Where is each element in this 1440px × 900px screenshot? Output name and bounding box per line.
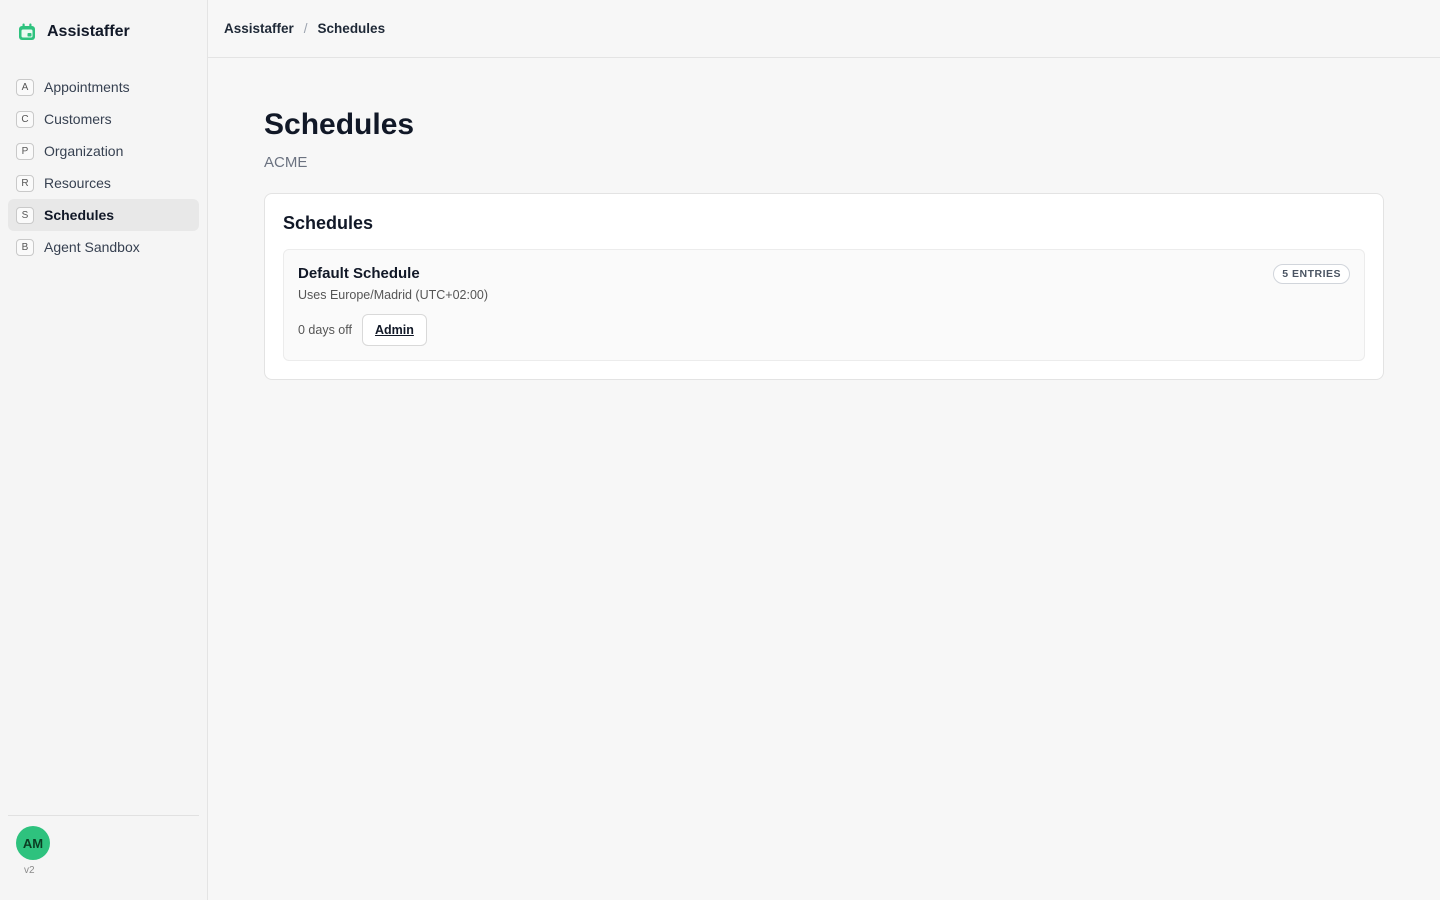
sidebar-nav: A Appointments C Customers P Organizatio… bbox=[0, 71, 207, 263]
shortcut-key-icon: S bbox=[16, 206, 34, 224]
sidebar-item-label: Customers bbox=[44, 111, 112, 127]
breadcrumb-current: Schedules bbox=[317, 21, 386, 36]
schedule-name: Default Schedule bbox=[298, 265, 420, 282]
schedule-timezone: Uses Europe/Madrid (UTC+02:00) bbox=[298, 288, 489, 302]
app-root: Assistaffer A Appointments C Customers P… bbox=[0, 0, 1440, 900]
main-area: Assistaffer / Schedules Schedules ACME S… bbox=[208, 0, 1440, 900]
user-avatar[interactable]: AM bbox=[16, 826, 50, 860]
sidebar-item-agent-sandbox[interactable]: B Agent Sandbox bbox=[8, 231, 199, 263]
days-off-label: 0 days off bbox=[298, 323, 352, 337]
page-title: Schedules bbox=[264, 108, 415, 141]
breadcrumb: Assistaffer / Schedules bbox=[208, 0, 1440, 58]
sidebar-item-label: Organization bbox=[44, 143, 124, 159]
shortcut-key-icon: A bbox=[16, 78, 34, 96]
page-subtitle: ACME bbox=[264, 154, 308, 171]
sidebar-item-label: Agent Sandbox bbox=[44, 239, 140, 255]
sidebar-item-customers[interactable]: C Customers bbox=[8, 103, 199, 135]
calendar-logo-icon bbox=[19, 23, 35, 40]
sidebar-item-organization[interactable]: P Organization bbox=[8, 135, 199, 167]
brand-name: Assistaffer bbox=[47, 23, 130, 40]
shortcut-key-icon: C bbox=[16, 110, 34, 128]
shortcut-key-icon: R bbox=[16, 174, 34, 192]
brand[interactable]: Assistaffer bbox=[0, 0, 207, 64]
schedule-actions: 0 days off Admin bbox=[298, 314, 1350, 346]
sidebar-item-label: Resources bbox=[44, 175, 111, 191]
breadcrumb-root[interactable]: Assistaffer bbox=[224, 21, 294, 36]
sidebar: Assistaffer A Appointments C Customers P… bbox=[0, 0, 208, 900]
schedules-card: Schedules Default Schedule Uses Europe/M… bbox=[264, 193, 1384, 380]
sidebar-item-resources[interactable]: R Resources bbox=[8, 167, 199, 199]
card-title: Schedules bbox=[283, 213, 374, 233]
sidebar-item-label: Schedules bbox=[44, 207, 115, 223]
page-content: Schedules ACME Schedules Default Schedul… bbox=[208, 58, 1440, 428]
sidebar-item-appointments[interactable]: A Appointments bbox=[8, 71, 199, 103]
sidebar-item-schedules[interactable]: S Schedules bbox=[8, 199, 199, 231]
schedule-item: Default Schedule Uses Europe/Madrid (UTC… bbox=[283, 249, 1365, 361]
entries-badge: 5 ENTRIES bbox=[1273, 264, 1350, 284]
sidebar-footer: AM v2 bbox=[8, 815, 199, 876]
version-label: v2 bbox=[24, 865, 35, 876]
shortcut-key-icon: B bbox=[16, 238, 34, 256]
breadcrumb-separator: / bbox=[303, 21, 308, 36]
shortcut-key-icon: P bbox=[16, 142, 34, 160]
admin-button[interactable]: Admin bbox=[361, 314, 427, 346]
sidebar-item-label: Appointments bbox=[44, 79, 130, 95]
